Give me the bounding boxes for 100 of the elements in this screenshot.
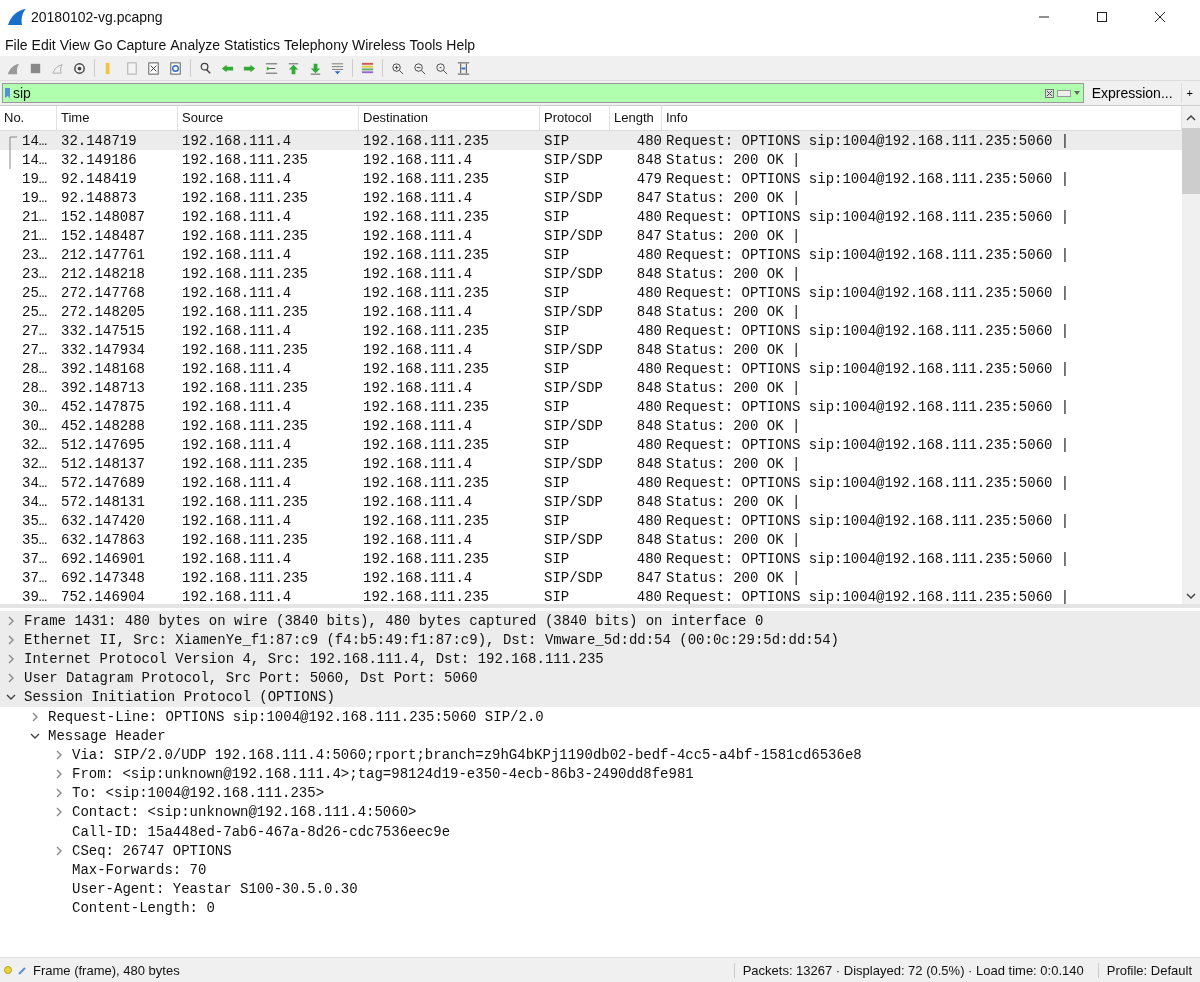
close-file-icon[interactable]: [146, 60, 161, 76]
reload-icon[interactable]: [168, 60, 183, 76]
detail-row[interactable]: Frame 1431: 480 bytes on wire (3840 bits), 480 bytes captured (3840 bits) on interface 0: [0, 611, 1200, 631]
menu-item[interactable]: Wireless: [350, 37, 409, 53]
packet-row[interactable]: 19… 92.148873 192.168.111.235 192.168.111.4 SIP/SDP 847 Status: 200 OK |: [0, 188, 1182, 207]
packet-row[interactable]: 21… 152.148487 192.168.111.235 192.168.111.4 SIP/SDP 847 Status: 200 OK |: [0, 226, 1182, 245]
packet-row[interactable]: 34… 572.148131 192.168.111.235 192.168.111.4 SIP/SDP 848 Status: 200 OK |: [0, 492, 1182, 511]
packet-row[interactable]: 28… 392.148713 192.168.111.235 192.168.111.4 SIP/SDP 848 Status: 200 OK |: [0, 378, 1182, 397]
expand-caret-icon[interactable]: [54, 807, 64, 818]
packet-cell-text: 192.168.111.4: [362, 151, 474, 168]
detail-row[interactable]: Via: SIP/2.0/UDP 192.168.111.4:5060;rport;branch=z9hG4bKPj1190db02-bedf-4cc5-a4bf-1581cd6536e8: [0, 745, 1200, 765]
scroll-up-icon[interactable]: [1186, 114, 1196, 122]
go-to-icon[interactable]: [264, 60, 279, 76]
packet-row[interactable]: 35… 632.147420 192.168.111.4 192.168.111.235 SIP 480 Request: OPTIONS sip:1004@192.168.111.235:5060 |: [0, 511, 1182, 530]
expand-caret-icon[interactable]: [54, 845, 64, 856]
column-header[interactable]: No.: [0, 106, 57, 130]
menu-item[interactable]: Statistics: [223, 37, 284, 53]
packet-row[interactable]: 32… 512.148137 192.168.111.235 192.168.111.4 SIP/SDP 848 Status: 200 OK |: [0, 454, 1182, 473]
detail-row[interactable]: To: <sip:1004@192.168.111.235>: [0, 783, 1200, 803]
packet-row[interactable]: 35… 632.147863 192.168.111.235 192.168.111.4 SIP/SDP 848 Status: 200 OK |: [0, 530, 1182, 549]
maximize-icon[interactable]: [1096, 11, 1108, 23]
menu-item[interactable]: Analyze: [169, 37, 224, 53]
packet-row[interactable]: 23… 212.148218 192.168.111.235 192.168.111.4 SIP/SDP 848 Status: 200 OK |: [0, 264, 1182, 283]
menu-item[interactable]: Capture: [115, 37, 170, 53]
detail-row[interactable]: CSeq: 26747 OPTIONS: [0, 841, 1200, 861]
column-header[interactable]: Source: [178, 106, 359, 130]
zoom-in-icon[interactable]: [390, 60, 405, 76]
packet-cell-text: Status: 200 OK |: [665, 265, 802, 282]
scroll-down-icon[interactable]: [1186, 592, 1196, 600]
expand-caret-icon[interactable]: [54, 749, 64, 760]
display-filter-field[interactable]: sip: [2, 83, 1084, 103]
expression-button[interactable]: Expression...: [1085, 83, 1179, 103]
expand-caret-icon[interactable]: [6, 634, 16, 645]
menu-item[interactable]: Help: [445, 37, 479, 53]
column-header[interactable]: Length: [610, 106, 662, 130]
detail-row[interactable]: User-Agent: Yeastar S100-30.5.0.30: [0, 879, 1200, 899]
packet-row[interactable]: 14… 32.148719 192.168.111.4 192.168.111.235 SIP 480 Request: OPTIONS sip:1004@192.168.111.235:5060 |: [0, 131, 1182, 150]
expand-caret-icon[interactable]: [6, 653, 16, 664]
detail-row[interactable]: Call-ID: 15a448ed-7ab6-467a-8d26-cdc7536eec9e: [0, 822, 1200, 842]
detail-row[interactable]: Content-Length: 0: [0, 898, 1200, 918]
packet-cell-text: 23…: [22, 246, 49, 263]
profile-text[interactable]: Profile: Default: [1097, 962, 1200, 978]
up-arrow-icon[interactable]: [286, 60, 301, 76]
zoom-reset-icon[interactable]: [434, 60, 449, 76]
menu-item[interactable]: Go: [92, 37, 116, 53]
add-filter-button[interactable]: +: [1180, 83, 1198, 103]
packet-row[interactable]: 30… 452.147875 192.168.111.4 192.168.111.235 SIP 480 Request: OPTIONS sip:1004@192.168.111.235:5060 |: [0, 397, 1182, 416]
packet-row[interactable]: 23… 212.147761 192.168.111.4 192.168.111.235 SIP 480 Request: OPTIONS sip:1004@192.168.111.235:5060 |: [0, 245, 1182, 264]
expand-caret-icon[interactable]: [6, 615, 16, 626]
column-header[interactable]: Time: [57, 106, 178, 130]
expand-caret-icon[interactable]: [54, 769, 64, 780]
expand-caret-icon[interactable]: [54, 788, 64, 799]
scrollbar-thumb[interactable]: [1182, 128, 1200, 194]
packet-cell-text: 35…: [22, 531, 49, 548]
packet-row[interactable]: 32… 512.147695 192.168.111.4 192.168.111.235 SIP 480 Request: OPTIONS sip:1004@192.168.111.235:5060 |: [0, 435, 1182, 454]
menu-item[interactable]: Tools: [408, 37, 446, 53]
detail-row[interactable]: Request-Line: OPTIONS sip:1004@192.168.111.235:5060 SIP/2.0: [0, 706, 1200, 727]
menu-item[interactable]: View: [58, 37, 93, 53]
expand-caret-icon[interactable]: [30, 711, 40, 722]
packet-cell-text: 192.168.111.235: [362, 550, 491, 567]
edit-comment-icon[interactable]: [18, 965, 27, 975]
packet-row[interactable]: 28… 392.148168 192.168.111.4 192.168.111.235 SIP 480 Request: OPTIONS sip:1004@192.168.111.235:5060 |: [0, 359, 1182, 378]
packet-row[interactable]: 34… 572.147689 192.168.111.4 192.168.111.235 SIP 480 Request: OPTIONS sip:1004@192.168.111.235:5060 |: [0, 473, 1182, 492]
autoscroll-icon[interactable]: [330, 60, 345, 76]
detail-row[interactable]: Message Header: [0, 726, 1200, 746]
packet-row[interactable]: 27… 332.147515 192.168.111.4 192.168.111.235 SIP 480 Request: OPTIONS sip:1004@192.168.111.235:5060 |: [0, 321, 1182, 340]
packet-row[interactable]: 25… 272.148205 192.168.111.235 192.168.111.4 SIP/SDP 848 Status: 200 OK |: [0, 302, 1182, 321]
settings-icon[interactable]: [72, 60, 87, 76]
column-header[interactable]: Destination: [359, 106, 540, 130]
packet-row[interactable]: 37… 692.146901 192.168.111.4 192.168.111.235 SIP 480 Request: OPTIONS sip:1004@192.168.111.235:5060 |: [0, 549, 1182, 568]
detail-row[interactable]: Contact: <sip:unknown@192.168.111.4:5060>: [0, 802, 1200, 823]
packet-row[interactable]: 37… 692.147348 192.168.111.235 192.168.111.4 SIP/SDP 847 Status: 200 OK |: [0, 568, 1182, 587]
menu-item[interactable]: Edit: [30, 37, 59, 53]
resize-columns-icon[interactable]: [456, 60, 471, 76]
clear-icon[interactable]: [1044, 88, 1054, 98]
packet-row[interactable]: 19… 92.148419 192.168.111.4 192.168.111.235 SIP 479 Request: OPTIONS sip:1004@192.168.111.235:5060 |: [0, 169, 1182, 188]
dropdown-caret-icon[interactable]: [1073, 91, 1080, 95]
detail-row[interactable]: From: <sip:unknown@192.168.111.4>;tag=98124d19-e350-4ecb-86b3-2490dd8fe981: [0, 764, 1200, 784]
packet-row[interactable]: 39… 752.146904 192.168.111.4 192.168.111.235 SIP 480 Request: OPTIONS sip:1004@192.168.111.235:5060 |: [0, 587, 1182, 604]
zoom-out-icon[interactable]: [412, 60, 427, 76]
detail-row[interactable]: Ethernet II, Src: XiamenYe_f1:87:c9 (f4:b5:49:f1:87:c9), Dst: Vmware_5d:dd:54 (00:0c:29:5d:dd:54): [0, 630, 1200, 650]
scrollbar[interactable]: [1182, 106, 1200, 604]
menu-item[interactable]: File: [4, 37, 31, 53]
packet-row[interactable]: 14… 32.149186 192.168.111.235 192.168.111.4 SIP/SDP 848 Status: 200 OK |: [0, 150, 1182, 169]
packet-cell-text: 192.168.111.235: [181, 189, 310, 206]
packet-row[interactable]: 21… 152.148087 192.168.111.4 192.168.111.235 SIP 480 Request: OPTIONS sip:1004@192.168.111.235:5060 |: [0, 207, 1182, 226]
bookmark-icon[interactable]: [5, 88, 10, 98]
detail-row[interactable]: User Datagram Protocol, Src Port: 5060, Dst Port: 5060: [0, 668, 1200, 688]
detail-row[interactable]: Internet Protocol Version 4, Src: 192.168.111.4, Dst: 192.168.111.235: [0, 649, 1200, 669]
menu-item[interactable]: Telephony: [283, 37, 351, 53]
packet-row[interactable]: 25… 272.147768 192.168.111.4 192.168.111.235 SIP 480 Request: OPTIONS sip:1004@192.168.111.235:5060 |: [0, 283, 1182, 302]
detail-row[interactable]: Max-Forwards: 70: [0, 860, 1200, 880]
packet-row[interactable]: 30… 452.148288 192.168.111.235 192.168.111.4 SIP/SDP 848 Status: 200 OK |: [0, 416, 1182, 435]
colorize-icon[interactable]: [360, 60, 375, 76]
detail-row[interactable]: Session Initiation Protocol (OPTIONS): [0, 687, 1200, 707]
packet-row[interactable]: 27… 332.147934 192.168.111.235 192.168.111.4 SIP/SDP 848 Status: 200 OK |: [0, 340, 1182, 359]
column-header[interactable]: Protocol: [540, 106, 610, 130]
search-icon[interactable]: [198, 60, 213, 76]
expand-caret-icon[interactable]: [6, 673, 16, 684]
close-icon[interactable]: [1154, 11, 1166, 23]
